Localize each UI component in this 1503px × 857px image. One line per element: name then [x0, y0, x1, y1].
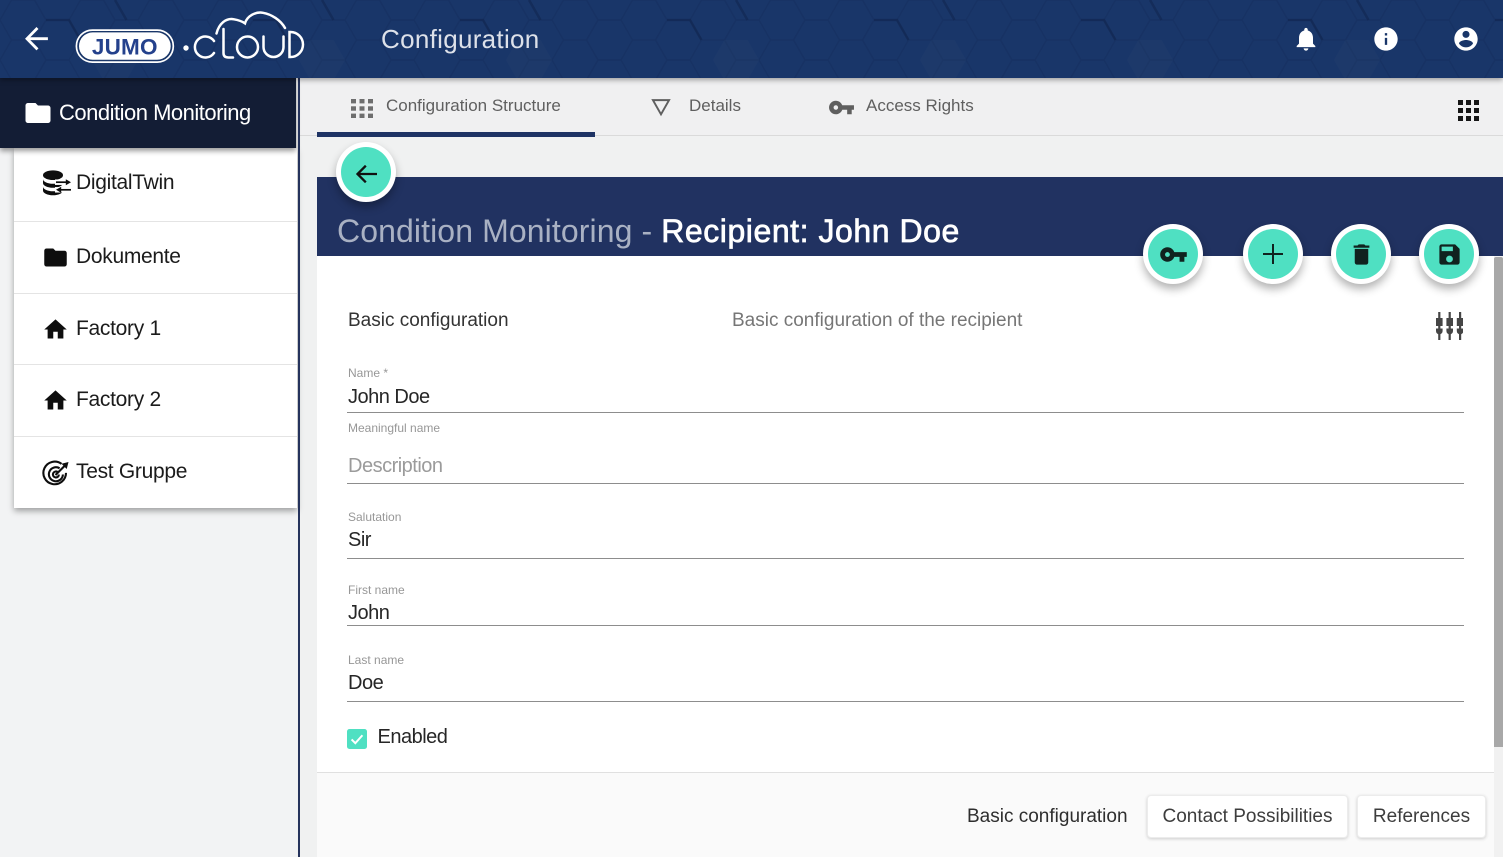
svg-text:JUMO: JUMO: [92, 35, 158, 60]
